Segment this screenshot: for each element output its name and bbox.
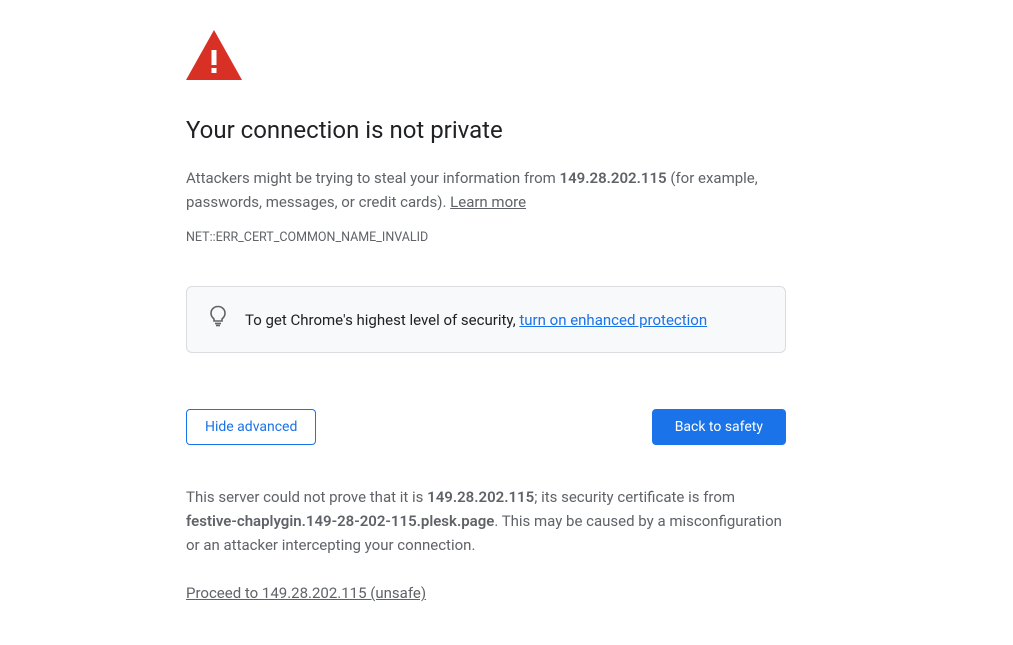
back-to-safety-button[interactable]: Back to safety bbox=[652, 409, 786, 445]
page-title: Your connection is not private bbox=[186, 115, 786, 146]
proceed-unsafe-link[interactable]: Proceed to 149.28.202.115 (unsafe) bbox=[186, 584, 426, 602]
warning-description: Attackers might be trying to steal your … bbox=[186, 166, 786, 214]
enhanced-protection-link[interactable]: turn on enhanced protection bbox=[519, 311, 707, 329]
info-prefix: To get Chrome's highest level of securit… bbox=[245, 311, 519, 329]
description-prefix: Attackers might be trying to steal your … bbox=[186, 169, 560, 187]
advanced-cert-domain: festive-chaplygin.149-28-202-115.plesk.p… bbox=[186, 512, 494, 530]
advanced-part2: ; its security certificate is from bbox=[534, 488, 735, 506]
button-row: Hide advanced Back to safety bbox=[186, 409, 786, 445]
advanced-part1: This server could not prove that it is bbox=[186, 488, 427, 506]
learn-more-link[interactable]: Learn more bbox=[450, 193, 526, 211]
enhanced-protection-banner: To get Chrome's highest level of securit… bbox=[186, 286, 786, 353]
ssl-warning-interstitial: Your connection is not private Attackers… bbox=[186, 0, 786, 645]
hide-advanced-button[interactable]: Hide advanced bbox=[186, 409, 316, 445]
error-code: NET::ERR_CERT_COMMON_NAME_INVALID bbox=[186, 228, 786, 248]
advanced-host: 149.28.202.115 bbox=[427, 488, 534, 506]
enhanced-protection-text: To get Chrome's highest level of securit… bbox=[245, 308, 707, 332]
advanced-details: This server could not prove that it is 1… bbox=[186, 485, 786, 557]
description-host: 149.28.202.115 bbox=[560, 169, 667, 187]
warning-triangle-icon bbox=[186, 30, 786, 87]
lightbulb-icon bbox=[209, 305, 227, 334]
